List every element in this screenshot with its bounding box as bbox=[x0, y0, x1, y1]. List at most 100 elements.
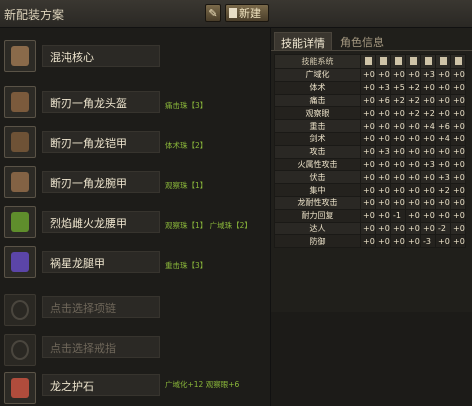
chest-icon bbox=[11, 132, 29, 152]
table-row: 重击 +0 +0 +0 +0 +4 +6 +0 bbox=[274, 119, 466, 133]
new-button[interactable]: 新建 bbox=[225, 4, 269, 22]
equipment-slot[interactable] bbox=[4, 334, 36, 366]
skill-value: +0 bbox=[360, 170, 376, 185]
skill-value: +2 bbox=[405, 93, 421, 108]
skill-value: +0 bbox=[405, 170, 421, 185]
skill-value: +0 bbox=[405, 183, 421, 197]
equipment-name[interactable]: 祸星龙腿甲 bbox=[42, 251, 160, 273]
equipment-slot[interactable] bbox=[4, 246, 36, 278]
tab-skill-details[interactable]: 技能详情 bbox=[274, 32, 332, 50]
skill-value: +0 bbox=[450, 208, 466, 223]
skill-name: 剑术 bbox=[274, 131, 361, 146]
equipment-panel: 混沌核心断刃一角龙头盔 痛击珠【3】断刃一角龙铠甲 体术珠【2】断刃一角龙腕甲 观察珠… bbox=[0, 28, 270, 406]
leg-icon bbox=[11, 252, 29, 272]
skill-name: 体术 bbox=[274, 80, 361, 95]
skill-value: +6 bbox=[375, 93, 391, 108]
skill-value: +2 bbox=[405, 106, 421, 121]
tab-divider bbox=[271, 50, 472, 51]
pencil-icon: ✎ bbox=[208, 7, 218, 20]
skill-value: +0 bbox=[435, 68, 451, 82]
skill-value: +0 bbox=[435, 195, 451, 210]
equipment-name[interactable]: 断刃一角龙铠甲 bbox=[42, 131, 160, 153]
charm-name[interactable]: 龙之护石 bbox=[42, 374, 160, 396]
tab-character-info[interactable]: 角色信息 bbox=[334, 32, 390, 50]
necklace-icon bbox=[11, 300, 29, 320]
skill-value: +0 bbox=[390, 195, 406, 210]
skill-value: +0 bbox=[405, 119, 421, 133]
skill-value: -3 bbox=[420, 234, 436, 249]
equipment-name[interactable]: 烈焰雌火龙腰甲 bbox=[42, 211, 160, 233]
skill-value: +0 bbox=[405, 157, 421, 172]
skill-value: +4 bbox=[435, 131, 451, 146]
helmet-icon bbox=[379, 56, 387, 65]
skill-name: 观察眼 bbox=[274, 106, 361, 121]
skill-value: +0 bbox=[420, 221, 436, 236]
skill-value: +0 bbox=[405, 234, 421, 249]
skill-value: +0 bbox=[360, 106, 376, 121]
chest-icon-column bbox=[390, 54, 406, 69]
skill-value: +2 bbox=[390, 93, 406, 108]
equipment-slot[interactable] bbox=[4, 372, 36, 404]
arm-icon bbox=[11, 172, 29, 192]
skill-name: 重击 bbox=[274, 119, 361, 133]
title-bar: 新配装方案 ✎ 新建 bbox=[0, 0, 472, 28]
decoration-list: 体术珠【2】 bbox=[165, 141, 208, 150]
accessory-select-field[interactable]: 点击选择项链 bbox=[42, 296, 160, 318]
skill-value: +0 bbox=[450, 131, 466, 146]
table-row: 痛击 +0 +6 +2 +2 +0 +0 +0 bbox=[274, 93, 466, 108]
equipment-slot[interactable] bbox=[4, 40, 36, 72]
skill-value: +0 bbox=[390, 106, 406, 121]
skills-table: 技能系统 广域化 +0 +0 +0 +0 +3 +0 +0 体术 +0 +3 +5 +2 +0 +0 +0 痛击 +… bbox=[274, 54, 466, 249]
accessory-select-field[interactable]: 点击选择戒指 bbox=[42, 336, 160, 358]
skill-value: +0 bbox=[360, 80, 376, 95]
skill-value: +0 bbox=[420, 80, 436, 95]
skill-value: +0 bbox=[360, 221, 376, 236]
skill-value: +0 bbox=[450, 157, 466, 172]
skill-value: +2 bbox=[435, 183, 451, 197]
skill-value: +0 bbox=[405, 221, 421, 236]
skill-value: +0 bbox=[450, 106, 466, 121]
skill-value: +0 bbox=[405, 208, 421, 223]
helmet-icon-column bbox=[375, 54, 391, 69]
skill-value: +0 bbox=[375, 221, 391, 236]
leg-icon-column bbox=[435, 54, 451, 69]
equipment-name[interactable]: 断刃一角龙头盔 bbox=[42, 91, 160, 113]
waist-icon bbox=[11, 212, 29, 232]
skill-value: +0 bbox=[435, 106, 451, 121]
skill-value: +0 bbox=[405, 131, 421, 146]
skill-value: +0 bbox=[435, 234, 451, 249]
skill-value: +0 bbox=[435, 208, 451, 223]
skill-value: +0 bbox=[450, 68, 466, 82]
decoration-list: 痛击珠【3】 bbox=[165, 101, 208, 110]
table-header-row: 技能系统 bbox=[274, 54, 466, 69]
skill-value: +0 bbox=[435, 80, 451, 95]
skill-value: +0 bbox=[360, 144, 376, 159]
skill-value: +0 bbox=[405, 68, 421, 82]
equipment-slot[interactable] bbox=[4, 86, 36, 118]
weapon-icon-column bbox=[360, 54, 376, 69]
skill-value: +0 bbox=[450, 221, 466, 236]
table-row: 防御 +0 +0 +0 +0 -3 +0 +0 bbox=[274, 234, 466, 249]
decoration-list: 观察珠【1】 bbox=[165, 181, 208, 190]
skill-value: +0 bbox=[420, 131, 436, 146]
equipment-slot[interactable] bbox=[4, 166, 36, 198]
skill-value: +3 bbox=[420, 157, 436, 172]
equipment-slot[interactable] bbox=[4, 206, 36, 238]
equipment-name[interactable]: 混沌核心 bbox=[42, 45, 160, 67]
charm-icon bbox=[11, 378, 29, 398]
equipment-slot[interactable] bbox=[4, 126, 36, 158]
skill-value: +0 bbox=[360, 195, 376, 210]
table-row: 剑术 +0 +0 +0 +0 +0 +4 +0 bbox=[274, 131, 466, 146]
skill-name: 集中 bbox=[274, 183, 361, 197]
window-title: 新配装方案 bbox=[4, 8, 65, 22]
skill-value: +0 bbox=[375, 208, 391, 223]
edit-button[interactable]: ✎ bbox=[205, 4, 221, 22]
skill-value: +0 bbox=[375, 131, 391, 146]
equipment-name[interactable]: 断刃一角龙腕甲 bbox=[42, 171, 160, 193]
equipment-slot[interactable] bbox=[4, 294, 36, 326]
skill-value: +0 bbox=[390, 144, 406, 159]
skill-value: +0 bbox=[435, 93, 451, 108]
skill-value: +6 bbox=[435, 119, 451, 133]
skill-value: +3 bbox=[435, 170, 451, 185]
skill-value: +0 bbox=[375, 195, 391, 210]
